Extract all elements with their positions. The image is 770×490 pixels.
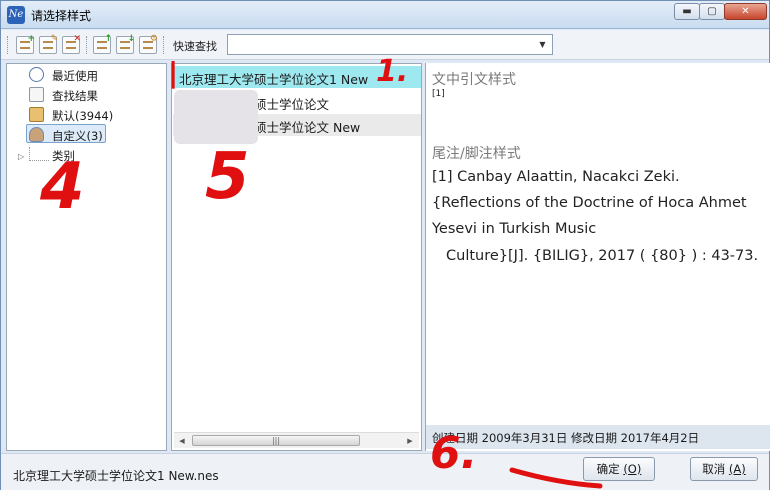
annotation-stroke — [48, 162, 60, 168]
annotation-underline — [509, 467, 603, 489]
annotation-strokes — [48, 162, 603, 489]
